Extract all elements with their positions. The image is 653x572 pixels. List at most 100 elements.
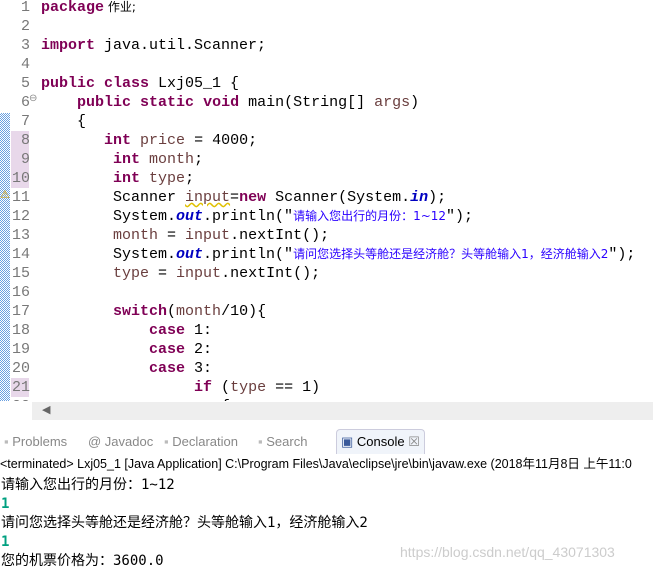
- warning-icon[interactable]: ⚠: [0, 188, 10, 201]
- code-token: .nextInt();: [221, 265, 321, 282]
- code-token: ;: [185, 170, 195, 187]
- code-line[interactable]: 19 case 2:: [0, 340, 653, 359]
- line-number: 18: [11, 322, 30, 339]
- line-number: 3: [20, 37, 30, 54]
- code-line[interactable]: 2: [0, 17, 653, 36]
- close-icon[interactable]: ☒: [405, 434, 420, 449]
- code-token: package: [41, 0, 105, 16]
- code-token: System.: [41, 208, 177, 225]
- scroll-left-icon[interactable]: ◀: [42, 403, 50, 416]
- code-token: (: [167, 303, 177, 320]
- code-line[interactable]: 8 int price = 4000;: [0, 131, 653, 150]
- code-line[interactable]: 7 {: [0, 112, 653, 131]
- code-line[interactable]: 13 month = input.nextInt();: [0, 226, 653, 245]
- code-token: );: [428, 189, 447, 206]
- line-number: 20: [11, 360, 30, 377]
- line-number: 19: [11, 341, 30, 358]
- console-input-line: 1: [1, 534, 10, 550]
- tab-label: Problems: [12, 434, 68, 449]
- problems-icon: ▪: [4, 434, 13, 449]
- code-line[interactable]: 12 System.out.println("请输入您出行的月份：1~12");: [0, 207, 653, 226]
- code-line[interactable]: 20 case 3:: [0, 359, 653, 378]
- code-token: input: [185, 227, 231, 244]
- console-status: <terminated> Lxj05_1 [Java Application] …: [0, 457, 632, 471]
- tab-problems[interactable]: ▪ Problems: [4, 432, 67, 452]
- code-line[interactable]: 10 int type;: [0, 169, 653, 188]
- tab-label: Search: [266, 434, 308, 449]
- tab-label: @ Javadoc: [88, 434, 154, 449]
- line-number: 13: [11, 227, 30, 244]
- code-token: void: [203, 94, 240, 111]
- code-line[interactable]: 1 package 作业;: [0, 0, 653, 17]
- code-token: ;: [194, 151, 204, 168]
- code-line[interactable]: 3 import java.util.Scanner;: [0, 36, 653, 55]
- code-token: =: [230, 189, 240, 206]
- code-token: int: [104, 132, 132, 149]
- code-token: == 1): [266, 379, 321, 396]
- code-token: main(String[]: [239, 94, 375, 111]
- code-token: type: [113, 265, 150, 282]
- code-editor[interactable]: 1 package 作业; 2 3 import java.util.Scanner; 4…: [0, 0, 653, 401]
- tab-declaration[interactable]: ▪ Declaration: [164, 432, 238, 452]
- code-token: public: [77, 94, 132, 111]
- code-line[interactable]: 14 System.out.println("请问您选择头等舱还是经济舱？头等舱…: [0, 245, 653, 264]
- code-token: Scanner(System.: [266, 189, 411, 206]
- code-token: Lxj05_1 {: [149, 75, 240, 92]
- code-line[interactable]: 21 if (type == 1): [0, 378, 653, 397]
- code-token: case: [149, 341, 186, 358]
- code-token: java.util.Scanner;: [95, 37, 267, 54]
- tab-console[interactable]: ▣ Console ☒: [336, 429, 425, 454]
- code-token: if: [194, 379, 213, 396]
- code-token: month: [149, 151, 195, 168]
- line-number: 21: [11, 379, 30, 396]
- code-token: (: [212, 379, 231, 396]
- code-line[interactable]: 5 public class Lxj05_1 {: [0, 74, 653, 93]
- line-number: 16: [11, 284, 30, 301]
- console-output-line: 请问您选择头等舱还是经济舱？头等舱输入1，经济舱输入2: [1, 515, 368, 531]
- code-token: 3:: [185, 360, 213, 377]
- code-line[interactable]: 6 ⊖ public static void main(String[] args…: [0, 93, 653, 112]
- tab-label: Declaration: [172, 434, 238, 449]
- code-line[interactable]: 4: [0, 55, 653, 74]
- console-input-line: 1: [1, 496, 10, 512]
- code-token: public: [41, 75, 96, 92]
- fold-icon[interactable]: ⊖: [29, 93, 37, 104]
- declaration-icon: ▪: [164, 434, 173, 449]
- code-token: case: [149, 322, 186, 339]
- line-number: 15: [11, 265, 30, 282]
- code-token: System.: [41, 246, 177, 263]
- view-tabs: ▪ Problems @ Javadoc ▪ Declaration ▪ Search…: [0, 428, 653, 454]
- code-token: month: [113, 227, 159, 244]
- code-line[interactable]: 9 int month;: [0, 150, 653, 169]
- tab-javadoc[interactable]: @ Javadoc: [88, 432, 153, 452]
- code-token: =: [149, 265, 177, 282]
- horizontal-scrollbar[interactable]: ◀: [32, 402, 653, 420]
- code-line[interactable]: 11 ⚠ Scanner input=new Scanner(System.in)…: [0, 188, 653, 207]
- code-token: type: [230, 379, 267, 396]
- code-token: 作业;: [104, 0, 136, 14]
- console-output-line: 您的机票价格为：3600.0: [1, 553, 164, 569]
- code-token: out: [176, 246, 204, 263]
- code-token: ");: [446, 208, 474, 225]
- tab-search[interactable]: ▪ Search: [258, 432, 307, 452]
- code-line[interactable]: 16: [0, 283, 653, 302]
- code-line[interactable]: 15 type = input.nextInt();: [0, 264, 653, 283]
- code-line[interactable]: 17 switch(month/10){: [0, 302, 653, 321]
- line-number: 8: [20, 132, 30, 149]
- code-token: input: [176, 265, 222, 282]
- code-line[interactable]: 22 {: [0, 397, 653, 401]
- code-line[interactable]: 18 case 1:: [0, 321, 653, 340]
- line-number: 6: [20, 94, 30, 111]
- line-number: 7: [20, 113, 30, 130]
